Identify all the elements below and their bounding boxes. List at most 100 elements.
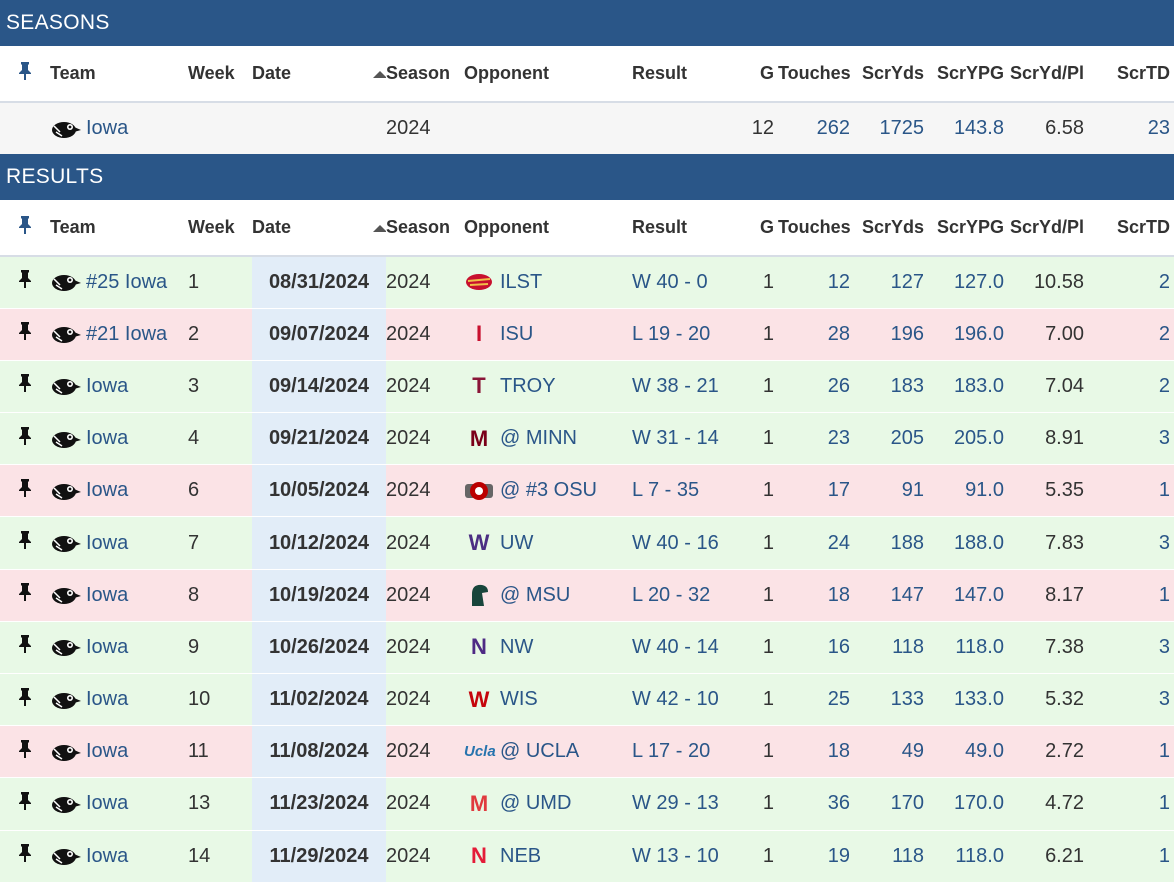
result-link[interactable]: L 20 - 32 [632,584,710,606]
column-header-season[interactable]: Season [386,46,464,103]
scrypg-cell[interactable]: 196.0 [928,308,1008,361]
scryds-cell[interactable]: 133 [854,673,928,727]
pin-cell[interactable] [0,777,50,831]
opponent-link[interactable]: WIS [500,688,538,711]
opponent-cell[interactable]: ILST [464,256,632,309]
scrypg-cell[interactable]: 188.0 [928,516,1008,570]
team-link[interactable]: Iowa [86,584,128,607]
result-cell[interactable]: W 40 - 0 [632,256,744,309]
column-header-scrydpl[interactable]: ScrYd/Pl [1008,46,1088,103]
opponent-cell[interactable]: N NW [464,621,632,675]
column-header-g[interactable]: G [744,46,778,103]
scryds-cell[interactable]: 188 [854,516,928,570]
scrtd-cell[interactable]: 1 [1088,569,1174,622]
pin-icon[interactable] [17,687,33,707]
scryds-cell[interactable]: 127 [854,256,928,309]
result-link[interactable]: W 31 - 14 [632,427,719,449]
pin-icon[interactable] [17,269,33,289]
column-header-opponent[interactable]: Opponent [464,200,632,257]
touches-cell[interactable]: 24 [778,516,854,570]
scryds-cell[interactable]: 118 [854,621,928,675]
scrypg-cell[interactable]: 170.0 [928,777,1008,831]
result-link[interactable]: W 40 - 16 [632,532,719,554]
pin-icon[interactable] [17,791,33,811]
touches-cell[interactable]: 18 [778,725,854,779]
season-team-cell[interactable]: Iowa [50,102,188,154]
scrypg-cell[interactable]: 49.0 [928,725,1008,779]
column-header-season[interactable]: Season [386,200,464,257]
scrypg-cell[interactable]: 91.0 [928,464,1008,518]
opponent-cell[interactable]: M @ MINN [464,412,632,466]
pin-column-header[interactable] [0,46,50,103]
team-link[interactable]: Iowa [86,117,128,140]
pin-cell[interactable] [0,516,50,570]
team-link[interactable]: Iowa [86,845,128,868]
scrtd-cell[interactable]: 1 [1088,725,1174,779]
opponent-cell[interactable]: @ #3 OSU [464,464,632,518]
result-cell[interactable]: W 42 - 10 [632,673,744,727]
scrtd-cell[interactable]: 1 [1088,464,1174,518]
opponent-cell[interactable]: I ISU [464,308,632,361]
opponent-link[interactable]: @ MINN [500,427,577,450]
column-header-touches[interactable]: Touches [778,200,854,257]
scrtd-cell[interactable]: 3 [1088,412,1174,466]
column-header-team[interactable]: Team [50,200,188,257]
result-cell[interactable]: W 40 - 16 [632,516,744,570]
scryds-cell[interactable]: 196 [854,308,928,361]
scryds-cell[interactable]: 91 [854,464,928,518]
pin-icon[interactable] [17,843,33,863]
pin-cell[interactable] [0,621,50,675]
team-cell[interactable]: Iowa [50,516,188,570]
scryds-cell[interactable]: 205 [854,412,928,466]
scrtd-cell[interactable]: 2 [1088,256,1174,309]
column-header-scrypg[interactable]: ScrYPG [928,46,1008,103]
scrtd-cell[interactable]: 3 [1088,516,1174,570]
touches-cell[interactable]: 12 [778,256,854,309]
scrypg-cell[interactable]: 147.0 [928,569,1008,622]
team-link[interactable]: Iowa [86,740,128,763]
team-link[interactable]: Iowa [86,792,128,815]
pin-icon[interactable] [17,739,33,759]
pin-icon[interactable] [17,426,33,446]
team-link[interactable]: #25 Iowa [86,271,167,294]
touches-cell[interactable]: 25 [778,673,854,727]
opponent-link[interactable]: @ #3 OSU [500,479,597,502]
result-cell[interactable]: L 7 - 35 [632,464,744,518]
scrypg-cell[interactable]: 133.0 [928,673,1008,727]
result-cell[interactable]: W 29 - 13 [632,777,744,831]
team-cell[interactable]: Iowa [50,725,188,779]
column-header-week[interactable]: Week [188,200,252,257]
scryds-cell[interactable]: 49 [854,725,928,779]
opponent-cell[interactable]: W UW [464,516,632,570]
touches-cell[interactable]: 17 [778,464,854,518]
touches-cell[interactable]: 16 [778,621,854,675]
column-header-result[interactable]: Result [632,46,744,103]
season-scryds-cell[interactable]: 1725 [854,102,928,154]
touches-cell[interactable]: 18 [778,569,854,622]
result-link[interactable]: W 38 - 21 [632,375,719,397]
season-touches-cell[interactable]: 262 [778,102,854,154]
column-header-week[interactable]: Week [188,46,252,103]
opponent-link[interactable]: NEB [500,845,541,868]
scrypg-cell[interactable]: 205.0 [928,412,1008,466]
column-header-scrtd[interactable]: ScrTD [1088,200,1174,257]
result-cell[interactable]: L 19 - 20 [632,308,744,361]
column-header-date[interactable]: Date [252,200,386,257]
opponent-cell[interactable]: W WIS [464,673,632,727]
scrypg-cell[interactable]: 118.0 [928,830,1008,883]
column-header-touches[interactable]: Touches [778,46,854,103]
column-header-result[interactable]: Result [632,200,744,257]
pin-icon[interactable] [17,478,33,498]
pin-cell[interactable] [0,464,50,518]
column-header-scryds[interactable]: ScrYds [854,46,928,103]
scrtd-cell[interactable]: 2 [1088,360,1174,414]
pin-cell[interactable] [0,308,50,361]
opponent-link[interactable]: NW [500,636,533,659]
opponent-cell[interactable]: N NEB [464,830,632,883]
team-cell[interactable]: Iowa [50,360,188,414]
team-cell[interactable]: Iowa [50,830,188,883]
pin-cell[interactable] [0,360,50,414]
sort-ascending-icon[interactable] [373,224,386,232]
scrypg-cell[interactable]: 127.0 [928,256,1008,309]
result-cell[interactable]: W 31 - 14 [632,412,744,466]
